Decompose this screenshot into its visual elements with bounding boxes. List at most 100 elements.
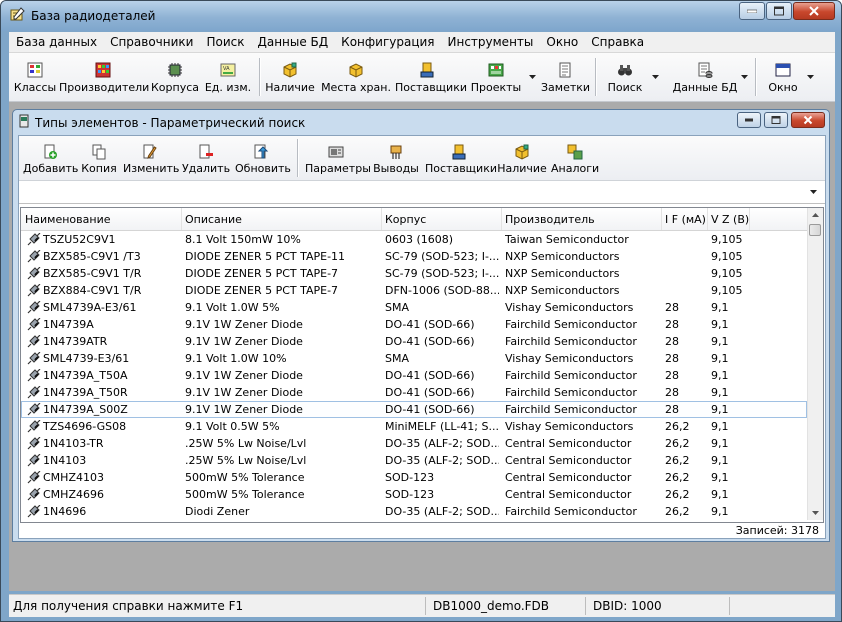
menu-help[interactable]: Справка <box>584 32 650 49</box>
parameters-button[interactable]: Параметры <box>305 138 371 178</box>
db-data-button[interactable]: Данные БД <box>669 56 741 98</box>
menu-configuration[interactable]: Конфигурация <box>334 32 440 49</box>
cell-vz: 9,1 <box>711 335 729 348</box>
add-icon <box>44 144 57 159</box>
packages-button[interactable]: Корпуса <box>151 56 199 98</box>
table-row[interactable]: SML4739-E3/61 9.1 Volt 1.0W 10% SMA Vishay … <box>21 350 807 367</box>
diode-icon <box>27 454 41 467</box>
cell-name: BZX884-C9V1 T/R <box>43 284 142 297</box>
refresh-button[interactable]: Обновить <box>235 138 291 178</box>
suppliers-button[interactable]: Поставщики <box>395 56 467 98</box>
menu-database[interactable]: База данных <box>9 32 103 49</box>
cell-vz: 9,1 <box>711 386 729 399</box>
projects-dropdown-arrow-icon[interactable] <box>529 75 536 79</box>
window-button[interactable]: Окно <box>761 56 805 98</box>
cell-manufacturer: Fairchild Semiconductor <box>505 318 637 331</box>
grid-header: Наименование Описание Корпус Производите… <box>21 208 807 231</box>
child-maximize-button[interactable] <box>764 112 788 128</box>
table-row[interactable]: 1N4103-TR .25W 5% Lw Noise/Lvl DO-35 (ALF-… <box>21 435 807 452</box>
search-dropdown-arrow-icon[interactable] <box>652 75 659 79</box>
child-title-bar[interactable]: Типы элементов - Параметрический поиск <box>13 110 829 134</box>
menu-window[interactable]: Окно <box>539 32 584 49</box>
cell-manufacturer: NXP Semiconductors <box>505 267 620 280</box>
menu-search[interactable]: Поиск <box>199 32 250 49</box>
scroll-down-icon[interactable] <box>812 511 819 515</box>
search-button[interactable]: Поиск <box>603 56 647 98</box>
table-row[interactable]: 1N4696 Diodi Zener DO-35 (ALF-2; SOD... Fai… <box>21 503 807 520</box>
cell-description: .25W 5% Lw Noise/Lvl <box>185 454 307 467</box>
table-row[interactable]: TSZU52C9V1 8.1 Volt 150mW 10% 0603 (1608) T… <box>21 231 807 248</box>
records-count: Записей: 3178 <box>735 524 819 537</box>
child-stock-button[interactable]: Наличие <box>497 138 547 178</box>
boxes-icon <box>349 63 363 78</box>
close-icon <box>809 6 819 16</box>
cell-if: 26,2 <box>665 420 690 433</box>
diode-icon <box>27 301 41 314</box>
table-row[interactable]: CMHZ4103 500mW 5% Tolerance SOD-123 Central… <box>21 469 807 486</box>
table-row[interactable]: 1N4103 .25W 5% Lw Noise/Lvl DO-35 (ALF-2; … <box>21 452 807 469</box>
menu-tools[interactable]: Инструменты <box>441 32 540 49</box>
table-row[interactable]: 1N4739ATR 9.1V 1W Zener Diode DO-41 (SOD-6… <box>21 333 807 350</box>
column-header-manufacturer[interactable]: Производитель <box>505 213 595 226</box>
analogs-button[interactable]: Аналоги <box>551 138 599 178</box>
units-button[interactable]: VA Ед. изм. <box>203 56 253 98</box>
cell-package: SOD-123 <box>385 488 435 501</box>
classes-button[interactable]: Классы <box>13 56 57 98</box>
close-icon <box>803 115 813 125</box>
window-dropdown-arrow-icon[interactable] <box>807 75 814 79</box>
copy-button[interactable]: Копия <box>81 138 117 178</box>
menu-db-data[interactable]: Данные БД <box>250 32 334 49</box>
close-button[interactable] <box>793 2 835 20</box>
projects-button[interactable]: Проекты <box>467 56 525 98</box>
table-row[interactable]: 1N4739A_T50R 9.1V 1W Zener Diode DO-41 (SO… <box>21 384 807 401</box>
cell-package: DO-41 (SOD-66) <box>385 403 475 416</box>
child-suppliers-button[interactable]: Поставщики <box>425 138 497 178</box>
chevron-down-icon[interactable] <box>810 190 817 194</box>
pins-button[interactable]: Выводы <box>373 138 419 178</box>
menu-references[interactable]: Справочники <box>103 32 199 49</box>
table-row[interactable]: BZX585-C9V1 /T3 DIODE ZENER 5 PCT TAPE-11… <box>21 248 807 265</box>
child-minimize-button[interactable] <box>737 112 761 128</box>
table-row[interactable]: BZX884-C9V1 T/R DIODE ZENER 5 PCT TAPE-7 D… <box>21 282 807 299</box>
cell-name: 1N4103-TR <box>43 437 104 450</box>
minimize-button[interactable] <box>739 2 765 20</box>
cell-if: 26,2 <box>665 505 690 518</box>
cell-description: 8.1 Volt 150mW 10% <box>185 233 301 246</box>
maximize-button[interactable] <box>766 2 792 20</box>
filter-combobox[interactable] <box>19 181 825 204</box>
storage-places-button[interactable]: Места хран. <box>319 56 393 98</box>
db-data-dropdown-arrow-icon[interactable] <box>741 75 748 79</box>
stock-button[interactable]: Наличие <box>265 56 315 98</box>
cell-vz: 9,1 <box>711 420 729 433</box>
column-header-vz[interactable]: V Z (В) <box>711 213 749 226</box>
column-header-description[interactable]: Описание <box>185 213 242 226</box>
child-window: Типы элементов - Параметрический поиск Д… <box>12 109 830 542</box>
cell-if: 28 <box>665 318 679 331</box>
table-row[interactable]: TZS4696-GS08 9.1 Volt 0.5W 5% MiniMELF (LL… <box>21 418 807 435</box>
delete-button[interactable]: Удалить <box>181 138 231 178</box>
table-row[interactable]: SML4739A-E3/61 9.1 Volt 1.0W 5% SMA Vishay … <box>21 299 807 316</box>
table-row[interactable]: 1N4739A_S00Z 9.1V 1W Zener Diode DO-41 (SO… <box>21 401 807 418</box>
table-row[interactable]: 1N4739A 9.1V 1W Zener Diode DO-41 (SOD-66)… <box>21 316 807 333</box>
column-header-if[interactable]: I F (мА) <box>665 213 706 226</box>
table-row[interactable]: 1N4739A_T50A 9.1V 1W Zener Diode DO-41 (SO… <box>21 367 807 384</box>
add-button[interactable]: Добавить <box>23 138 78 178</box>
scrollbar-thumb[interactable] <box>809 224 821 236</box>
cell-vz: 9,1 <box>711 488 729 501</box>
parameters-icon <box>328 146 344 158</box>
title-bar[interactable]: База радиодеталей <box>1 1 841 31</box>
notes-button[interactable]: Заметки <box>541 56 590 98</box>
toolbar-separator <box>755 58 757 96</box>
child-close-button[interactable] <box>791 112 825 128</box>
scroll-up-icon[interactable] <box>812 213 819 217</box>
vertical-scrollbar[interactable] <box>807 208 823 520</box>
table-row[interactable]: CMHZ4696 500mW 5% Tolerance SOD-123 Central… <box>21 486 807 503</box>
column-header-package[interactable]: Корпус <box>385 213 426 226</box>
cell-manufacturer: Fairchild Semiconductor <box>505 505 637 518</box>
manufacturers-button[interactable]: Производители <box>59 56 149 98</box>
table-row[interactable]: BZX585-C9V1 T/R DIODE ZENER 5 PCT TAPE-7 S… <box>21 265 807 282</box>
cell-manufacturer: Fairchild Semiconductor <box>505 403 637 416</box>
edit-button[interactable]: Изменить <box>123 138 179 178</box>
column-header-name[interactable]: Наименование <box>25 213 110 226</box>
cell-if: 26,2 <box>665 437 690 450</box>
